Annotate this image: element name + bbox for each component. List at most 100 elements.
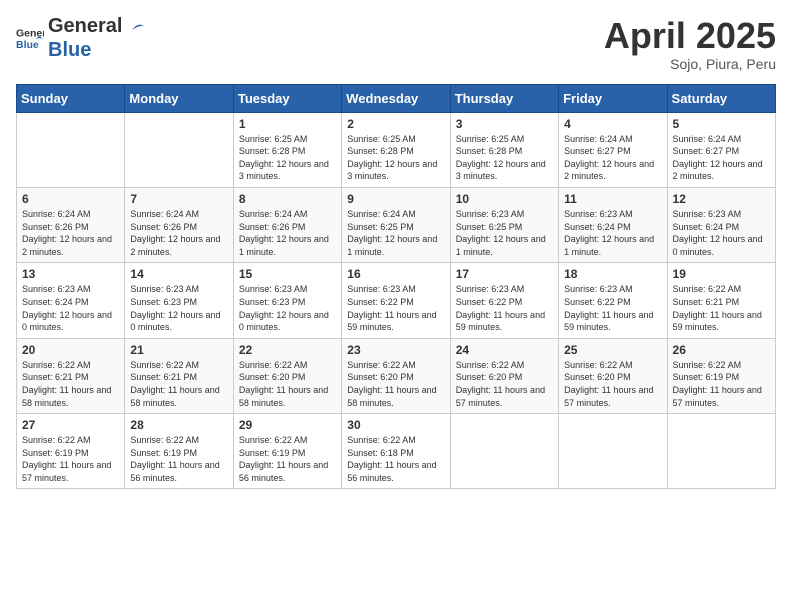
cell-info: Sunrise: 6:25 AMSunset: 6:28 PMDaylight:… <box>456 133 553 183</box>
day-number: 27 <box>22 418 119 432</box>
day-number: 23 <box>347 343 444 357</box>
cell-info: Sunrise: 6:22 AMSunset: 6:21 PMDaylight:… <box>130 359 227 409</box>
cell-info: Sunrise: 6:24 AMSunset: 6:26 PMDaylight:… <box>22 208 119 258</box>
calendar-cell: 13Sunrise: 6:23 AMSunset: 6:24 PMDayligh… <box>17 263 125 338</box>
cell-info: Sunrise: 6:22 AMSunset: 6:21 PMDaylight:… <box>673 283 770 333</box>
day-number: 22 <box>239 343 336 357</box>
cell-info: Sunrise: 6:22 AMSunset: 6:20 PMDaylight:… <box>239 359 336 409</box>
day-number: 29 <box>239 418 336 432</box>
calendar-cell: 4Sunrise: 6:24 AMSunset: 6:27 PMDaylight… <box>559 112 667 187</box>
calendar-cell: 24 Sunrise: 6:22 AMSunset: 6:20 PMDayligh… <box>450 338 558 413</box>
calendar-cell: 25 Sunrise: 6:22 AMSunset: 6:20 PMDayligh… <box>559 338 667 413</box>
day-number: 17 <box>456 267 553 281</box>
calendar-cell: 21Sunrise: 6:22 AMSunset: 6:21 PMDayligh… <box>125 338 233 413</box>
calendar-cell: 20Sunrise: 6:22 AMSunset: 6:21 PMDayligh… <box>17 338 125 413</box>
calendar-cell: 15Sunrise: 6:23 AMSunset: 6:23 PMDayligh… <box>233 263 341 338</box>
calendar-cell: 9 Sunrise: 6:24 AMSunset: 6:25 PMDaylight… <box>342 187 450 262</box>
day-number: 1 <box>239 117 336 131</box>
cell-info: Sunrise: 6:22 AMSunset: 6:18 PMDaylight:… <box>347 434 444 484</box>
weekday-header-monday: Monday <box>125 84 233 112</box>
day-number: 18 <box>564 267 661 281</box>
day-number: 11 <box>564 192 661 206</box>
weekday-header-thursday: Thursday <box>450 84 558 112</box>
calendar-cell: 7Sunrise: 6:24 AMSunset: 6:26 PMDaylight… <box>125 187 233 262</box>
logo-blue: Blue <box>48 40 146 60</box>
calendar-cell <box>450 414 558 489</box>
calendar-cell: 5Sunrise: 6:24 AMSunset: 6:27 PMDaylight… <box>667 112 775 187</box>
calendar-cell: 3Sunrise: 6:25 AMSunset: 6:28 PMDaylight… <box>450 112 558 187</box>
day-number: 2 <box>347 117 444 131</box>
calendar-cell: 11 Sunrise: 6:23 AMSunset: 6:24 PMDayligh… <box>559 187 667 262</box>
calendar-cell: 27 Sunrise: 6:22 AMSunset: 6:19 PMDayligh… <box>17 414 125 489</box>
svg-text:Blue: Blue <box>16 39 39 51</box>
title-section: April 2025 Sojo, Piura, Peru <box>604 16 776 72</box>
calendar-cell: 18 Sunrise: 6:23 AMSunset: 6:22 PMDayligh… <box>559 263 667 338</box>
logo-bird-icon <box>124 18 146 40</box>
weekday-header-tuesday: Tuesday <box>233 84 341 112</box>
calendar-cell: 28Sunrise: 6:22 AMSunset: 6:19 PMDayligh… <box>125 414 233 489</box>
calendar-cell: 23 Sunrise: 6:22 AMSunset: 6:20 PMDayligh… <box>342 338 450 413</box>
cell-info: Sunrise: 6:23 AMSunset: 6:24 PMDaylight:… <box>22 283 119 333</box>
cell-info: Sunrise: 6:22 AMSunset: 6:19 PMDaylight:… <box>239 434 336 484</box>
calendar-cell: 1 Sunrise: 6:25 AMSunset: 6:28 PMDaylight… <box>233 112 341 187</box>
calendar-week-row: 27 Sunrise: 6:22 AMSunset: 6:19 PMDayligh… <box>17 414 776 489</box>
calendar-cell: 30 Sunrise: 6:22 AMSunset: 6:18 PMDayligh… <box>342 414 450 489</box>
day-number: 20 <box>22 343 119 357</box>
cell-info: Sunrise: 6:24 AMSunset: 6:26 PMDaylight:… <box>239 208 336 258</box>
calendar-cell: 16 Sunrise: 6:23 AMSunset: 6:22 PMDayligh… <box>342 263 450 338</box>
cell-info: Sunrise: 6:25 AMSunset: 6:28 PMDaylight:… <box>347 133 444 183</box>
calendar-cell: 22 Sunrise: 6:22 AMSunset: 6:20 PMDayligh… <box>233 338 341 413</box>
day-number: 24 <box>456 343 553 357</box>
logo-icon: General Blue <box>16 24 44 52</box>
calendar-cell: 17Sunrise: 6:23 AMSunset: 6:22 PMDayligh… <box>450 263 558 338</box>
cell-info: Sunrise: 6:24 AMSunset: 6:27 PMDaylight:… <box>673 133 770 183</box>
cell-info: Sunrise: 6:25 AMSunset: 6:28 PMDaylight:… <box>239 133 336 183</box>
calendar-cell <box>667 414 775 489</box>
day-number: 25 <box>564 343 661 357</box>
day-number: 15 <box>239 267 336 281</box>
weekday-header-row: SundayMondayTuesdayWednesdayThursdayFrid… <box>17 84 776 112</box>
cell-info: Sunrise: 6:24 AMSunset: 6:25 PMDaylight:… <box>347 208 444 258</box>
cell-info: Sunrise: 6:23 AMSunset: 6:22 PMDaylight:… <box>347 283 444 333</box>
cell-info: Sunrise: 6:23 AMSunset: 6:24 PMDaylight:… <box>564 208 661 258</box>
cell-info: Sunrise: 6:22 AMSunset: 6:19 PMDaylight:… <box>673 359 770 409</box>
cell-info: Sunrise: 6:22 AMSunset: 6:20 PMDaylight:… <box>347 359 444 409</box>
day-number: 10 <box>456 192 553 206</box>
day-number: 14 <box>130 267 227 281</box>
calendar-cell <box>559 414 667 489</box>
calendar-week-row: 1 Sunrise: 6:25 AMSunset: 6:28 PMDaylight… <box>17 112 776 187</box>
day-number: 6 <box>22 192 119 206</box>
calendar-week-row: 20 Sunrise: 6:22 AMSunset: 6:21 PMDayligh… <box>17 338 776 413</box>
calendar-table: SundayMondayTuesdayWednesdayThursdayFrid… <box>16 84 776 490</box>
cell-info: Sunrise: 6:22 AMSunset: 6:20 PMDaylight:… <box>564 359 661 409</box>
cell-info: Sunrise: 6:22 AMSunset: 6:19 PMDaylight:… <box>22 434 119 484</box>
weekday-header-sunday: Sunday <box>17 84 125 112</box>
day-number: 28 <box>130 418 227 432</box>
day-number: 16 <box>347 267 444 281</box>
calendar-cell <box>125 112 233 187</box>
calendar-cell <box>17 112 125 187</box>
logo: General Blue General Blue <box>16 16 146 60</box>
calendar-cell: 8Sunrise: 6:24 AMSunset: 6:26 PMDaylight… <box>233 187 341 262</box>
calendar-cell: 6 Sunrise: 6:24 AMSunset: 6:26 PMDaylight… <box>17 187 125 262</box>
cell-info: Sunrise: 6:24 AMSunset: 6:26 PMDaylight:… <box>130 208 227 258</box>
cell-info: Sunrise: 6:23 AMSunset: 6:23 PMDaylight:… <box>130 283 227 333</box>
day-number: 19 <box>673 267 770 281</box>
cell-info: Sunrise: 6:24 AMSunset: 6:27 PMDaylight:… <box>564 133 661 183</box>
calendar-cell: 12Sunrise: 6:23 AMSunset: 6:24 PMDayligh… <box>667 187 775 262</box>
calendar-cell: 10 Sunrise: 6:23 AMSunset: 6:25 PMDayligh… <box>450 187 558 262</box>
day-number: 30 <box>347 418 444 432</box>
calendar-cell: 26Sunrise: 6:22 AMSunset: 6:19 PMDayligh… <box>667 338 775 413</box>
day-number: 9 <box>347 192 444 206</box>
location-subtitle: Sojo, Piura, Peru <box>604 56 776 72</box>
calendar-week-row: 13Sunrise: 6:23 AMSunset: 6:24 PMDayligh… <box>17 263 776 338</box>
calendar-week-row: 6 Sunrise: 6:24 AMSunset: 6:26 PMDaylight… <box>17 187 776 262</box>
calendar-cell: 14 Sunrise: 6:23 AMSunset: 6:23 PMDayligh… <box>125 263 233 338</box>
cell-info: Sunrise: 6:22 AMSunset: 6:20 PMDaylight:… <box>456 359 553 409</box>
calendar-cell: 29 Sunrise: 6:22 AMSunset: 6:19 PMDayligh… <box>233 414 341 489</box>
month-title: April 2025 <box>604 16 776 56</box>
calendar-cell: 2 Sunrise: 6:25 AMSunset: 6:28 PMDaylight… <box>342 112 450 187</box>
weekday-header-wednesday: Wednesday <box>342 84 450 112</box>
cell-info: Sunrise: 6:23 AMSunset: 6:25 PMDaylight:… <box>456 208 553 258</box>
cell-info: Sunrise: 6:23 AMSunset: 6:22 PMDaylight:… <box>564 283 661 333</box>
